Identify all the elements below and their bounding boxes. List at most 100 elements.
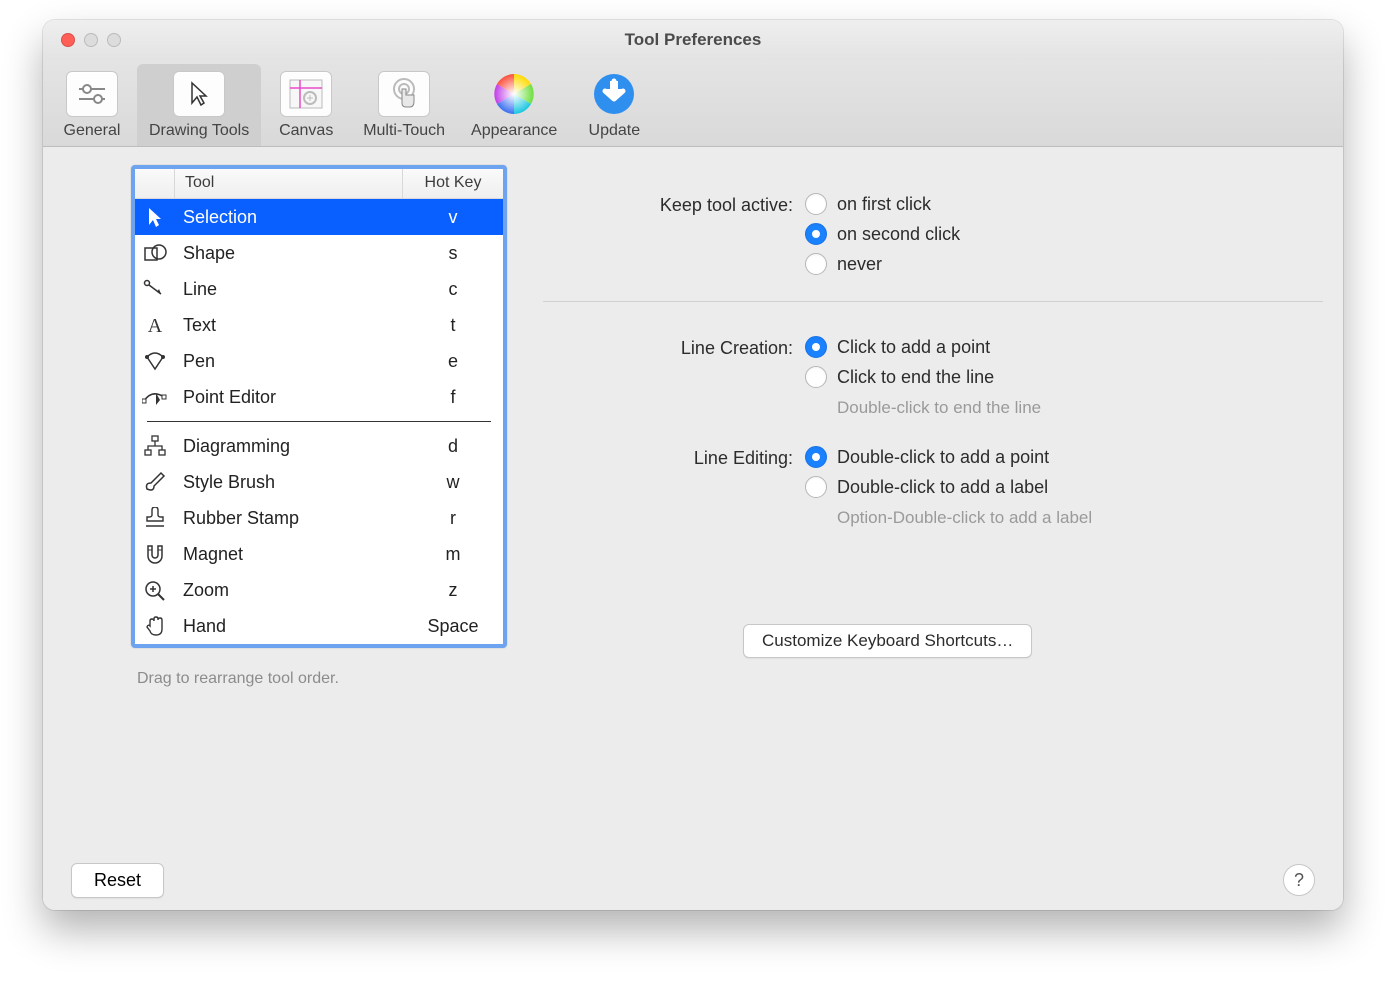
tool-name: Rubber Stamp (175, 508, 403, 529)
tool-row-diagram[interactable]: Diagrammingd (135, 428, 503, 464)
tab-label: General (64, 122, 121, 140)
tool-rows: SelectionvShapesLinecATexttPenePoint Edi… (135, 199, 503, 644)
tab-multi-touch[interactable]: Multi-Touch (351, 64, 457, 146)
tool-name: Line (175, 279, 403, 300)
radio-button[interactable] (805, 446, 827, 468)
reset-button[interactable]: Reset (71, 863, 164, 898)
tab-drawing-tools[interactable]: Drawing Tools (137, 64, 261, 146)
tool-hotkey: e (403, 351, 503, 372)
tab-label: Appearance (471, 122, 557, 140)
tool-hotkey: t (403, 315, 503, 336)
close-button[interactable] (61, 33, 75, 47)
tab-general[interactable]: General (49, 64, 135, 146)
line-editing-hint: Option-Double-click to add a label (805, 508, 1092, 528)
touch-icon (378, 71, 430, 117)
keep-tool-active-row: Keep tool active: on first click on secon… (543, 193, 1323, 275)
header-hotkey[interactable]: Hot Key (403, 169, 503, 198)
tool-name: Style Brush (175, 472, 403, 493)
radio-button[interactable] (805, 366, 827, 388)
line-creation-row: Line Creation: Click to add a pointClick… (543, 336, 1323, 438)
line-creation-option[interactable]: Click to end the line (805, 366, 1041, 388)
line-editing-option[interactable]: Double-click to add a point (805, 446, 1092, 468)
radio-label: never (837, 254, 882, 275)
tab-update[interactable]: Update (571, 64, 657, 146)
tool-name: Pen (175, 351, 403, 372)
titlebar: Tool Preferences (43, 20, 1343, 60)
pen-icon (135, 351, 175, 371)
svg-text:A: A (148, 315, 163, 335)
tool-hotkey: w (403, 472, 503, 493)
line-creation-options: Click to add a point Click to end the lin… (805, 336, 1041, 388)
selection-icon (135, 206, 175, 228)
hand-icon (135, 615, 175, 637)
minimize-button[interactable] (84, 33, 98, 47)
keep-tool-active-option[interactable]: on first click (805, 193, 960, 215)
tool-name: Hand (175, 616, 403, 637)
tool-row-stamp[interactable]: Rubber Stampr (135, 500, 503, 536)
radio-button[interactable] (805, 223, 827, 245)
radio-label: Double-click to add a label (837, 477, 1048, 498)
radio-button[interactable] (805, 476, 827, 498)
traffic-lights (43, 33, 121, 47)
line-creation-option[interactable]: Click to add a point (805, 336, 1041, 358)
tool-row-magnet[interactable]: Magnetm (135, 536, 503, 572)
zoom-icon (135, 579, 175, 601)
tab-appearance[interactable]: Appearance (459, 64, 569, 146)
magnet-icon (135, 543, 175, 565)
tool-row-point-editor[interactable]: Point Editorf (135, 379, 503, 415)
line-editing-label: Line Editing: (543, 446, 805, 469)
right-panel: Keep tool active: on first click on secon… (543, 165, 1323, 890)
canvas-icon (280, 71, 332, 117)
tab-label: Drawing Tools (149, 122, 249, 140)
tool-hotkey: c (403, 279, 503, 300)
zoom-button[interactable] (107, 33, 121, 47)
tool-name: Shape (175, 243, 403, 264)
stamp-icon (135, 507, 175, 529)
tool-row-hand[interactable]: HandSpace (135, 608, 503, 644)
point-editor-icon (135, 387, 175, 407)
tool-row-shape[interactable]: Shapes (135, 235, 503, 271)
tool-row-style-brush[interactable]: Style Brushw (135, 464, 503, 500)
header-tool[interactable]: Tool (175, 169, 403, 198)
radio-label: Click to add a point (837, 337, 990, 358)
divider (543, 301, 1323, 302)
radio-button[interactable] (805, 193, 827, 215)
tool-hotkey: s (403, 243, 503, 264)
download-icon (586, 70, 642, 118)
tab-label: Multi-Touch (363, 122, 445, 140)
drag-hint: Drag to rearrange tool order. (131, 648, 507, 710)
diagram-icon (135, 435, 175, 457)
footer: Reset ? (43, 850, 1343, 910)
keep-tool-active-option[interactable]: on second click (805, 223, 960, 245)
window-title: Tool Preferences (43, 30, 1343, 50)
style-brush-icon (135, 471, 175, 493)
sliders-icon (66, 71, 118, 117)
tool-row-selection[interactable]: Selectionv (135, 199, 503, 235)
tab-label: Canvas (279, 122, 333, 140)
tab-canvas[interactable]: Canvas (263, 64, 349, 146)
radio-button[interactable] (805, 336, 827, 358)
tool-hotkey: f (403, 387, 503, 408)
keep-tool-active-label: Keep tool active: (543, 193, 805, 216)
left-panel: Tool Hot Key SelectionvShapesLinecATextt… (131, 165, 507, 890)
tool-row-zoom[interactable]: Zoomz (135, 572, 503, 608)
tool-list[interactable]: Tool Hot Key SelectionvShapesLinecATextt… (131, 165, 507, 648)
tool-list-separator (147, 421, 491, 422)
keep-tool-active-option[interactable]: never (805, 253, 960, 275)
cursor-icon (173, 71, 225, 117)
customize-shortcuts-button[interactable]: Customize Keyboard Shortcuts… (743, 624, 1032, 658)
tool-name: Magnet (175, 544, 403, 565)
tool-hotkey: Space (403, 616, 503, 637)
tool-name: Text (175, 315, 403, 336)
shape-icon (135, 243, 175, 263)
tool-hotkey: m (403, 544, 503, 565)
tool-row-text[interactable]: A Textt (135, 307, 503, 343)
radio-button[interactable] (805, 253, 827, 275)
keep-tool-active-options: on first click on second click never (805, 193, 960, 275)
content: Tool Hot Key SelectionvShapesLinecATextt… (43, 147, 1343, 910)
tool-row-pen[interactable]: Pene (135, 343, 503, 379)
tool-row-line[interactable]: Linec (135, 271, 503, 307)
line-editing-option[interactable]: Double-click to add a label (805, 476, 1092, 498)
help-button[interactable]: ? (1283, 864, 1315, 896)
radio-label: on first click (837, 194, 931, 215)
